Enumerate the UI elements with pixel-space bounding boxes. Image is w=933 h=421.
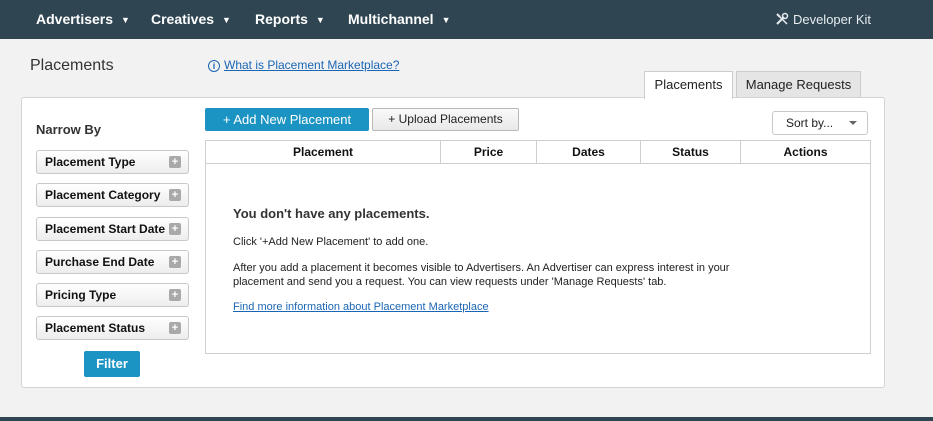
column-header-placement[interactable]: Placement [206, 141, 441, 163]
filter-placement-category[interactable]: Placement Category + [36, 183, 189, 207]
tab-manage-requests[interactable]: Manage Requests [736, 71, 861, 98]
filter-purchase-end-date[interactable]: Purchase End Date + [36, 250, 189, 274]
plus-icon: + [169, 223, 181, 235]
page-title: Placements [30, 57, 114, 74]
nav-reports[interactable]: Reports ▼ [255, 0, 325, 39]
tools-icon [776, 12, 789, 25]
filter-button[interactable]: Filter [84, 351, 140, 377]
filter-placement-type[interactable]: Placement Type + [36, 150, 189, 174]
plus-icon: + [169, 256, 181, 268]
nav-creatives[interactable]: Creatives ▼ [151, 0, 231, 39]
developer-kit-link[interactable]: Developer Kit [775, 0, 871, 39]
caret-down-icon: ▼ [441, 15, 451, 25]
add-new-placement-button[interactable]: + Add New Placement [205, 108, 369, 131]
info-icon: i [208, 60, 220, 72]
narrow-by-heading: Narrow By [36, 122, 102, 137]
table-header: Placement Price Dates Status Actions [206, 141, 870, 164]
footer-bar [0, 417, 933, 421]
chevron-down-icon [849, 121, 857, 125]
caret-down-icon: ▼ [315, 15, 325, 25]
column-header-dates[interactable]: Dates [537, 141, 641, 163]
plus-icon: + [169, 189, 181, 201]
column-header-status[interactable]: Status [641, 141, 741, 163]
tab-placements[interactable]: Placements [644, 71, 733, 99]
empty-state-description-1: After you add a placement it becomes vis… [233, 262, 730, 274]
nav-advertisers[interactable]: Advertisers ▼ [36, 0, 130, 39]
empty-state-description-2: placement and send you a request. You ca… [233, 276, 667, 288]
top-nav-bar: Advertisers ▼ Creatives ▼ Reports ▼ Multich… [0, 0, 933, 39]
plus-icon: + [169, 289, 181, 301]
sort-dropdown[interactable]: Sort by... [772, 111, 868, 135]
empty-state-instruction: Click '+Add New Placement' to add one. [233, 236, 429, 248]
more-info-link[interactable]: Find more information about Placement Ma… [233, 301, 489, 313]
plus-icon: + [169, 322, 181, 334]
plus-icon: + [169, 156, 181, 168]
filter-placement-start-date[interactable]: Placement Start Date + [36, 217, 189, 241]
nav-multichannel[interactable]: Multichannel ▼ [348, 0, 450, 39]
caret-down-icon: ▼ [121, 15, 130, 25]
column-header-price[interactable]: Price [441, 141, 537, 163]
upload-placements-button[interactable]: + Upload Placements [372, 108, 519, 131]
help-link[interactable]: i What is Placement Marketplace? [208, 58, 399, 72]
caret-down-icon: ▼ [222, 15, 231, 25]
filter-placement-status[interactable]: Placement Status + [36, 316, 189, 340]
filter-pricing-type[interactable]: Pricing Type + [36, 283, 189, 307]
column-header-actions: Actions [783, 145, 828, 159]
empty-state-title: You don't have any placements. [233, 206, 430, 221]
